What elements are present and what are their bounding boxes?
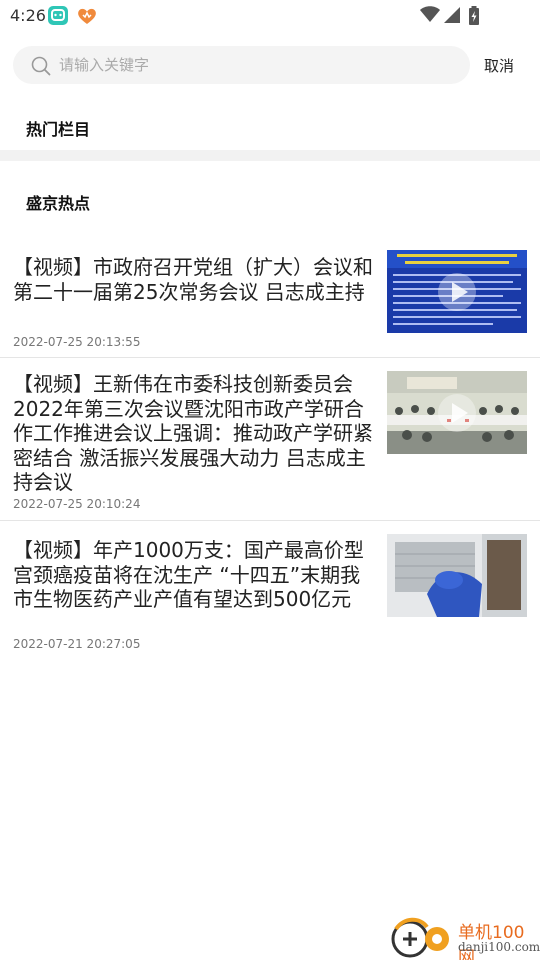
wifi-icon (420, 6, 440, 22)
news-time: 2022-07-25 20:13:55 (13, 335, 141, 349)
status-bar: 4:26 (0, 0, 540, 32)
news-thumbnail (387, 534, 527, 617)
search-icon (31, 56, 51, 76)
cancel-button[interactable]: 取消 (484, 55, 514, 76)
news-thumbnail (387, 371, 527, 454)
search-bar: 取消 (0, 46, 540, 86)
section-title-hot-topics: 盛京热点 (26, 194, 91, 213)
section-title-hot-columns: 热门栏目 (26, 120, 91, 139)
app-notification-icon (48, 6, 68, 25)
news-item[interactable]: 【视频】王新伟在市委科技创新委员会2022年第三次会议暨沈阳市政产学研合作工作推… (0, 358, 540, 521)
section-divider (0, 150, 540, 161)
watermark-logo: 单机100网 danji100.com (390, 915, 540, 960)
news-title: 【视频】王新伟在市委科技创新委员会2022年第三次会议暨沈阳市政产学研合作工作推… (13, 372, 373, 494)
search-input[interactable] (59, 46, 439, 84)
news-item[interactable]: 【视频】年产1000万支：国产最高价型宫颈癌疫苗将在沈生产 “十四五”末期我市生… (0, 521, 540, 661)
news-item[interactable]: 【视频】市政府召开党组（扩大）会议和第二十一届第25次常务会议 吕志成主持 20… (0, 243, 540, 358)
play-icon[interactable] (437, 272, 477, 312)
news-title: 【视频】年产1000万支：国产最高价型宫颈癌疫苗将在沈生产 “十四五”末期我市生… (13, 538, 364, 611)
play-icon[interactable] (437, 393, 477, 433)
watermark-url: danji100.com (458, 940, 540, 954)
status-time: 4:26 (10, 6, 46, 25)
search-box[interactable] (13, 46, 470, 84)
news-thumbnail (387, 250, 527, 333)
news-title: 【视频】市政府召开党组（扩大）会议和第二十一届第25次常务会议 吕志成主持 (13, 255, 373, 304)
watermark-icon (391, 917, 449, 958)
news-time: 2022-07-21 20:27:05 (13, 637, 141, 651)
signal-icon (444, 7, 460, 23)
heart-app-icon (76, 6, 98, 26)
news-time: 2022-07-25 20:10:24 (13, 497, 141, 511)
battery-icon (469, 6, 479, 25)
